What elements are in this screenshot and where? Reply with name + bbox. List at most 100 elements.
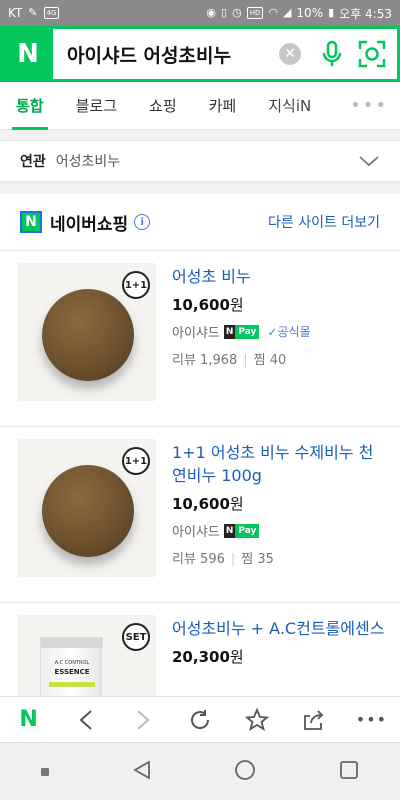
refresh-icon [190,709,209,729]
naver-shopping-section: N 네이버쇼핑 i 다른 사이트 더보기 1+1 어성초 비누 10,600원 … [0,194,400,696]
related-keyword[interactable]: 어성초비누 [56,151,120,171]
product-title[interactable]: 어성초비누 + A.C컨트롤에센스 [172,617,388,640]
product-title[interactable]: 1+1 어성초 비누 수제비누 천연비누 100g [172,441,388,487]
related-label: 연관 [20,154,46,170]
promo-badge: 1+1 [122,447,150,475]
promo-badge: 1+1 [122,271,150,299]
official-store-badge: ✓공식몰 [267,325,311,339]
notification-icon: ✎ [28,6,38,19]
price-amount: 20,300 [172,648,230,666]
hd-badge: HD [246,7,264,19]
tab-shopping[interactable]: 쇼핑 [133,82,193,130]
price-unit: 원 [229,648,244,666]
naver-shopping-logo: N [20,211,42,233]
product-price: 10,600원 [172,493,388,514]
back-triangle-icon [132,759,150,780]
tab-blog[interactable]: 블로그 [60,82,133,130]
product-stats: 리뷰 596 | 찜 35 [172,552,274,567]
product-card[interactable]: 1+1 1+1 어성초 비누 수제비누 천연비누 100g 10,600원 아이… [0,426,400,586]
more-sites-link[interactable]: 다른 사이트 더보기 [268,212,380,232]
promo-badge: SET [122,623,150,651]
search-box: N 아이샤드 어성초비누 ✕ [0,26,400,82]
overview-square-icon [339,760,358,779]
product-title[interactable]: 어성초 비누 [172,265,388,288]
seller-row: 아이샤드 N Pay [172,521,388,540]
share-button[interactable] [294,700,334,740]
vibrate-icon: ▯ [221,6,228,19]
essence-tube-image: A.C CONTROL ESSENCE [40,637,103,696]
android-home-button[interactable] [234,759,256,785]
shopping-title: 네이버쇼핑 [50,214,129,235]
review-count: 리뷰 596 [172,552,225,567]
recent-apps-button[interactable] [41,767,50,776]
android-back-button[interactable] [132,759,152,784]
bookmark-button[interactable] [237,700,277,740]
chevron-down-icon[interactable] [358,154,380,168]
signal-icon: ◢ [282,6,292,19]
tab-cafe[interactable]: 카페 [193,82,253,130]
seller-row: 아이샤드 N Pay ✓공식몰 [172,322,388,341]
more-tabs-icon[interactable]: ••• [350,95,400,116]
image-search-button[interactable] [357,39,387,69]
product-image[interactable]: A.C CONTROL ESSENCE SET [18,615,156,696]
shopping-header: N 네이버쇼핑 i 다른 사이트 더보기 [0,194,400,250]
naver-pay-badge: N Pay [223,324,260,339]
tab-knowledge-in[interactable]: 지식iN [252,82,327,130]
product-image[interactable]: 1+1 [18,439,156,577]
related-searches[interactable]: 연관 어성초비누 [0,140,400,182]
like-count: 찜 35 [241,552,274,567]
android-overview-button[interactable] [339,760,359,784]
price-amount: 10,600 [172,495,230,513]
clear-search-button[interactable]: ✕ [279,43,301,65]
naver-pay-badge: N Pay [223,523,260,538]
search-header: N 아이샤드 어성초비누 ✕ [0,26,400,82]
product-card[interactable]: A.C CONTROL ESSENCE SET 어성초비누 + A.C컨트롤에센… [0,602,400,696]
search-input[interactable]: 아이샤드 어성초비누 [53,41,279,68]
status-bar: KT ✎ 4G ◉ ▯ ◷ HD ◠ ◢ 10% ▮ 오후 4:53 [0,0,400,26]
back-arrow-icon [79,709,92,730]
wifi-icon: ◠ [268,6,278,19]
seller-name[interactable]: 아이샤드 [172,322,220,341]
info-icon[interactable]: i [134,214,151,230]
battery-icon: ▮ [328,6,335,19]
price-unit: 원 [229,495,244,513]
product-price: 20,300원 [172,646,388,667]
product-card[interactable]: 1+1 어성초 비누 10,600원 아이샤드 N Pay ✓공식몰 리뷰 1,9… [0,250,400,410]
seller-name[interactable]: 아이샤드 [172,521,220,540]
lte-badge: 4G [43,7,60,19]
product-stats: 리뷰 1,968 | 찜 40 [172,353,287,368]
browser-toolbar: N ••• [0,696,400,742]
alarm-icon: ◷ [232,6,242,19]
share-icon [304,709,324,730]
home-circle-icon [235,759,256,780]
camera-lens-icon [358,40,386,68]
naver-logo[interactable]: N [3,29,53,79]
forward-arrow-icon [137,709,150,730]
tube-label-line1: A.C CONTROL [54,660,90,666]
location-icon: ◉ [206,6,217,19]
like-count: 찜 40 [253,353,287,368]
voice-search-button[interactable] [319,38,345,70]
microphone-icon [322,40,342,66]
soap-image [42,465,134,557]
more-menu-button[interactable]: ••• [351,700,391,740]
price-amount: 10,600 [172,296,230,314]
forward-button[interactable] [123,700,163,740]
price-unit: 원 [229,296,244,314]
search-tabs: 통합 블로그 쇼핑 카페 지식iN ••• [0,82,400,130]
tube-label-line2: ESSENCE [54,668,90,676]
android-nav-bar [0,742,400,800]
more-dots-icon: ••• [355,710,388,729]
naver-home-button[interactable]: N [9,700,49,740]
clock: 오후 4:53 [339,6,392,21]
review-count: 리뷰 1,968 [172,353,238,368]
tab-integrated[interactable]: 통합 [0,82,60,130]
carrier-label: KT [8,6,23,20]
battery-percent: 10% [296,6,324,20]
product-price: 10,600원 [172,294,388,315]
refresh-button[interactable] [180,700,220,740]
product-image[interactable]: 1+1 [18,263,156,401]
back-button[interactable] [66,700,106,740]
soap-image [42,289,134,381]
star-icon [245,707,270,731]
